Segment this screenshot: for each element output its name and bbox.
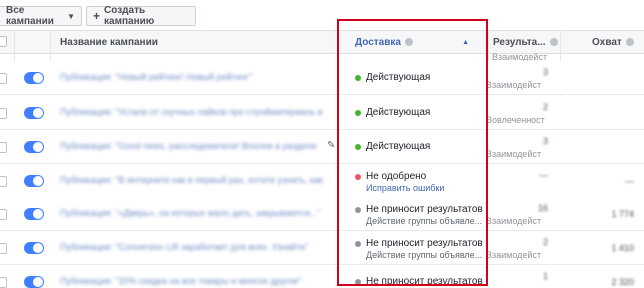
- campaign-toggle[interactable]: [24, 276, 44, 288]
- plus-icon: +: [93, 9, 101, 23]
- table-row[interactable]: Публикация: "Good news, расследователи! …: [0, 130, 644, 164]
- campaign-name-link[interactable]: Публикация: "20% скидка на все товары и …: [60, 276, 330, 286]
- campaign-toggle[interactable]: [24, 242, 44, 254]
- reach-value: 1 774: [611, 209, 634, 219]
- table-row[interactable]: Публикация: "Устали от скучных лайков пр…: [0, 96, 644, 130]
- delivery-cell: Не приносит результатов Действие группы …: [355, 231, 485, 265]
- row-checkbox[interactable]: [0, 243, 7, 254]
- table-header: Название кампании Доставка ▲ Результа...…: [0, 30, 644, 54]
- table-row[interactable]: Публикация: "Conversion Lift заработает …: [0, 231, 644, 265]
- all-campaigns-label: Все кампании: [6, 5, 54, 27]
- results-value: 3: [542, 67, 548, 77]
- table-row[interactable]: Публикация: "Новый рейтинг! Новый рейтин…: [0, 61, 644, 95]
- row-checkbox[interactable]: [0, 277, 7, 288]
- column-header-campaign-name[interactable]: Название кампании: [60, 31, 158, 53]
- all-campaigns-dropdown[interactable]: Все кампании ▼: [0, 5, 82, 27]
- results-value: 2: [542, 102, 548, 112]
- delivery-status: Не одобрено: [366, 171, 427, 182]
- sort-ascending-icon[interactable]: ▲: [462, 39, 469, 46]
- campaign-name-link[interactable]: Публикация: "Good news, расследователи! …: [60, 141, 330, 151]
- create-campaign-button[interactable]: + Создать кампанию: [86, 5, 196, 27]
- campaign-toggle[interactable]: [24, 72, 44, 84]
- column-header-delivery[interactable]: Доставка ▲: [355, 31, 485, 53]
- row-checkbox[interactable]: [0, 209, 7, 220]
- status-dot-icon: [355, 207, 361, 213]
- delivery-status: Действующая: [366, 107, 431, 118]
- column-header-results[interactable]: Результа...: [493, 31, 558, 53]
- campaign-name-link[interactable]: Публикация: "В интернете как в первый ра…: [60, 175, 330, 185]
- chevron-down-icon: ▼: [67, 11, 75, 21]
- edit-icon[interactable]: ✎: [327, 140, 335, 151]
- results-label: Взаимодейст: [486, 216, 542, 226]
- delivery-status: Не приносит результатов: [366, 276, 483, 287]
- table-row[interactable]: Публикация: "«Дверь», на которых мало да…: [0, 197, 644, 231]
- results-label: Вовлеченност: [486, 115, 545, 125]
- row-checkbox[interactable]: [0, 142, 7, 153]
- delivery-cell: Действующая: [355, 61, 485, 95]
- row-checkbox[interactable]: [0, 73, 7, 84]
- campaign-toggle[interactable]: [24, 175, 44, 187]
- status-dot-icon: [355, 75, 361, 81]
- delivery-cell: Действующая: [355, 96, 485, 130]
- info-icon[interactable]: [404, 38, 413, 46]
- results-label: Взаимодейст: [486, 149, 542, 159]
- table-row[interactable]: Публикация: "20% скидка на все товары и …: [0, 265, 644, 288]
- status-dot-icon: [355, 110, 361, 116]
- row-checkbox[interactable]: [0, 108, 7, 119]
- delivery-status: Не приносит результатов: [366, 238, 483, 249]
- results-value: 1: [542, 271, 548, 281]
- reach-value: —: [625, 176, 634, 186]
- info-icon[interactable]: [549, 38, 558, 46]
- results-label: Взаимодейст: [486, 80, 542, 90]
- fix-errors-link[interactable]: Исправить ошибки: [366, 183, 444, 193]
- reach-value: 1 410: [611, 243, 634, 253]
- delivery-cell: Не одобрено Исправить ошибки: [355, 164, 485, 198]
- delivery-status: Действующая: [366, 72, 431, 83]
- delivery-substatus: Действие группы объявле...: [366, 250, 483, 260]
- status-dot-icon: [355, 144, 361, 150]
- create-campaign-label: Создать кампанию: [104, 5, 155, 27]
- delivery-substatus: Действие группы объявле...: [366, 216, 483, 226]
- delivery-cell: Не приносит результатов Действие группы …: [355, 197, 485, 231]
- table-row[interactable]: Публикация: "В интернете как в первый ра…: [0, 164, 644, 198]
- select-all-checkbox[interactable]: [0, 36, 7, 47]
- reach-value: 2 320: [611, 277, 634, 287]
- delivery-cell: Действующая: [355, 130, 485, 164]
- campaign-name-link[interactable]: Публикация: "Устали от скучных лайков пр…: [60, 107, 330, 117]
- status-dot-icon: [355, 174, 361, 180]
- delivery-status: Действующая: [366, 141, 431, 152]
- campaign-name-link[interactable]: Публикация: "Новый рейтинг! Новый рейтин…: [60, 72, 330, 82]
- status-dot-icon: [355, 241, 361, 247]
- campaign-toggle[interactable]: [24, 141, 44, 153]
- toolbar: Все кампании ▼ + Создать кампанию: [0, 0, 644, 30]
- results-value: —: [539, 170, 548, 180]
- delivery-cell: Не приносит результатов: [355, 265, 485, 288]
- delivery-status: Не приносит результатов: [366, 204, 483, 215]
- results-value: 3: [542, 136, 548, 146]
- results-value: 2: [542, 237, 548, 247]
- column-header-reach[interactable]: Охват: [592, 31, 634, 53]
- status-dot-icon: [355, 279, 361, 285]
- results-value: 16: [537, 203, 548, 213]
- campaign-toggle[interactable]: [24, 107, 44, 119]
- row-checkbox[interactable]: [0, 176, 7, 187]
- campaign-name-link[interactable]: Публикация: "Conversion Lift заработает …: [60, 242, 330, 252]
- info-icon[interactable]: [625, 38, 634, 46]
- campaign-toggle[interactable]: [24, 208, 44, 220]
- campaign-name-link[interactable]: Публикация: "«Дверь», на которых мало да…: [60, 208, 330, 218]
- results-label: Взаимодейст: [486, 250, 542, 260]
